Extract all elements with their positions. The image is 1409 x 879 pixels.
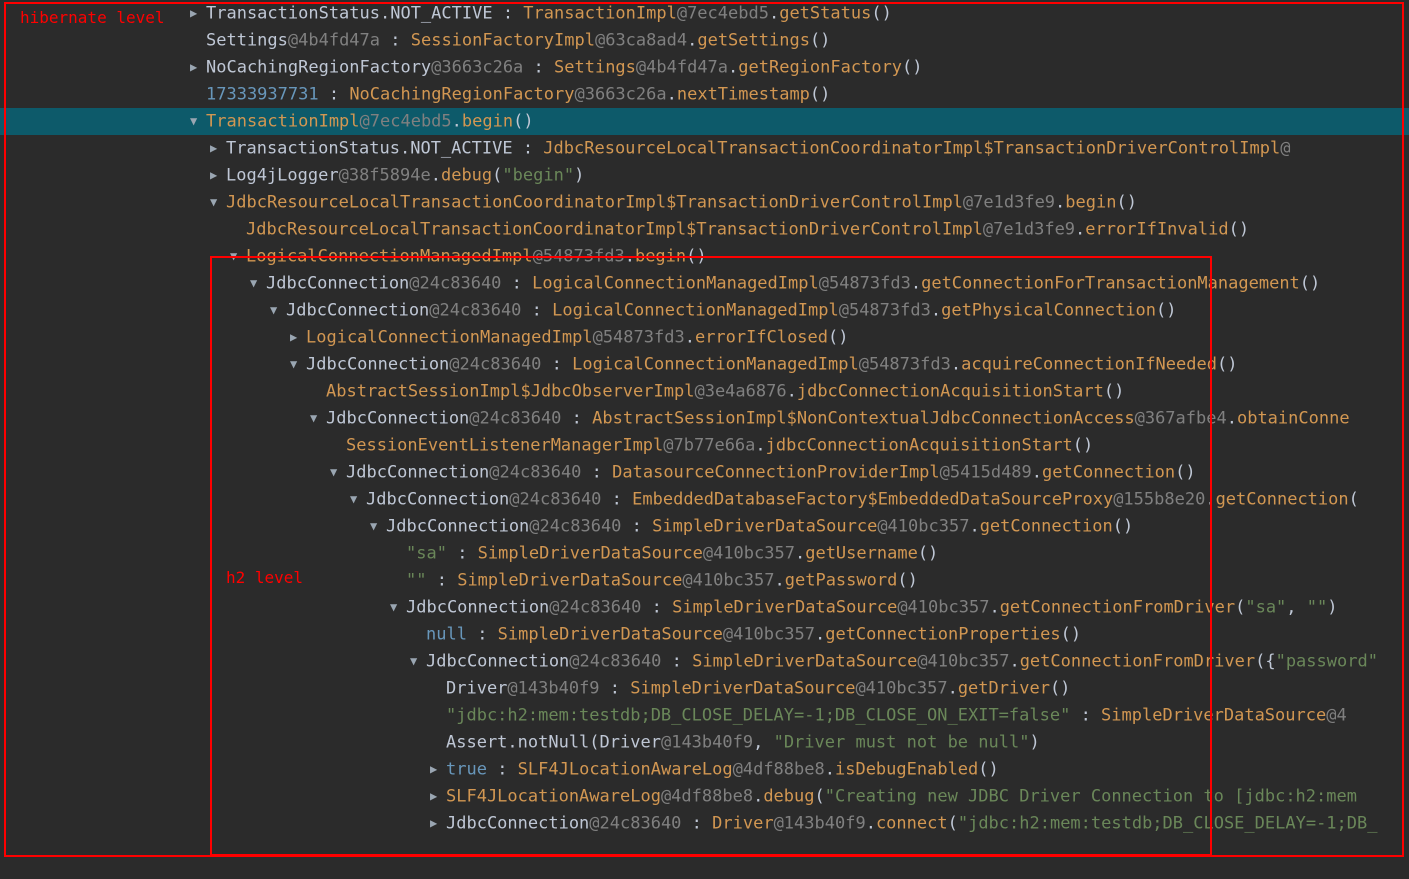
trace-row[interactable]: ▶AbstractSessionImpl$JdbcObserverImpl@3e… (0, 378, 1409, 405)
trace-row-text: JdbcConnection@24c83640 : DatasourceConn… (346, 463, 1196, 483)
chevron-down-icon[interactable]: ▼ (330, 459, 344, 486)
chevron-right-icon[interactable]: ▶ (210, 135, 224, 162)
trace-row[interactable]: ▼TransactionImpl@7ec4ebd5.begin() (0, 108, 1409, 135)
chevron-down-icon[interactable]: ▼ (190, 108, 204, 135)
trace-row-text: TransactionImpl@7ec4ebd5.begin() (206, 112, 534, 132)
trace-row-text: JdbcResourceLocalTransactionCoordinatorI… (226, 193, 1137, 213)
trace-row[interactable]: ▶TransactionStatus.NOT_ACTIVE : JdbcReso… (0, 135, 1409, 162)
trace-row-text: "" : SimpleDriverDataSource@410bc357.get… (406, 571, 918, 591)
trace-row-text: TransactionStatus.NOT_ACTIVE : JdbcResou… (226, 139, 1290, 159)
trace-row-text: LogicalConnectionManagedImpl@54873fd3.be… (246, 247, 707, 267)
trace-row-text: "jdbc:h2:mem:testdb;DB_CLOSE_DELAY=-1;DB… (446, 706, 1347, 726)
trace-row-text: JdbcResourceLocalTransactionCoordinatorI… (246, 220, 1249, 240)
trace-row-text: TransactionStatus.NOT_ACTIVE : Transacti… (206, 4, 892, 24)
trace-row[interactable]: ▼JdbcConnection@24c83640 : SimpleDriverD… (0, 648, 1409, 675)
trace-row-text: Driver@143b40f9 : SimpleDriverDataSource… (446, 679, 1070, 699)
trace-row-text: JdbcConnection@24c83640 : LogicalConnect… (286, 301, 1177, 321)
chevron-right-icon[interactable]: ▶ (430, 756, 444, 783)
chevron-right-icon[interactable]: ▶ (430, 783, 444, 810)
trace-row-text: Log4jLogger@38f5894e.debug("begin") (226, 166, 584, 186)
chevron-right-icon[interactable]: ▶ (190, 54, 204, 81)
trace-row[interactable]: ▶null : SimpleDriverDataSource@410bc357.… (0, 621, 1409, 648)
chevron-right-icon[interactable]: ▶ (290, 324, 304, 351)
trace-row-text: NoCachingRegionFactory@3663c26a : Settin… (206, 58, 923, 78)
trace-row[interactable]: ▼LogicalConnectionManagedImpl@54873fd3.b… (0, 243, 1409, 270)
chevron-down-icon[interactable]: ▼ (250, 270, 264, 297)
trace-row[interactable]: ▶JdbcResourceLocalTransactionCoordinator… (0, 216, 1409, 243)
trace-row[interactable]: ▶SLF4JLocationAwareLog@4df88be8.debug("C… (0, 783, 1409, 810)
trace-row[interactable]: ▼JdbcConnection@24c83640 : AbstractSessi… (0, 405, 1409, 432)
trace-row[interactable]: ▼JdbcConnection@24c83640 : EmbeddedDatab… (0, 486, 1409, 513)
trace-row-text: JdbcConnection@24c83640 : LogicalConnect… (306, 355, 1237, 375)
chevron-down-icon[interactable]: ▼ (390, 594, 404, 621)
trace-row-text: Assert.notNull(Driver@143b40f9, "Driver … (446, 733, 1040, 753)
trace-row[interactable]: ▼JdbcConnection@24c83640 : SimpleDriverD… (0, 513, 1409, 540)
chevron-down-icon[interactable]: ▼ (210, 189, 224, 216)
trace-row[interactable]: ▶Driver@143b40f9 : SimpleDriverDataSourc… (0, 675, 1409, 702)
trace-row[interactable]: ▶LogicalConnectionManagedImpl@54873fd3.e… (0, 324, 1409, 351)
trace-row[interactable]: ▶Assert.notNull(Driver@143b40f9, "Driver… (0, 729, 1409, 756)
chevron-down-icon[interactable]: ▼ (290, 351, 304, 378)
chevron-right-icon[interactable]: ▶ (210, 162, 224, 189)
trace-row-text: null : SimpleDriverDataSource@410bc357.g… (426, 625, 1081, 645)
trace-row[interactable]: ▶"" : SimpleDriverDataSource@410bc357.ge… (0, 567, 1409, 594)
trace-row[interactable]: ▶true : SLF4JLocationAwareLog@4df88be8.i… (0, 756, 1409, 783)
trace-row-text: SessionEventListenerManagerImpl@7b77e66a… (346, 436, 1093, 456)
trace-row-text: 17333937731 : NoCachingRegionFactory@366… (206, 85, 830, 105)
trace-row[interactable]: ▶Settings@4b4fd47a : SessionFactoryImpl@… (0, 27, 1409, 54)
trace-row[interactable]: ▶SessionEventListenerManagerImpl@7b77e66… (0, 432, 1409, 459)
trace-row[interactable]: ▶JdbcConnection@24c83640 : Driver@143b40… (0, 810, 1409, 837)
trace-row-text: JdbcConnection@24c83640 : SimpleDriverDa… (386, 517, 1133, 537)
trace-row[interactable]: ▼JdbcConnection@24c83640 : SimpleDriverD… (0, 594, 1409, 621)
trace-row[interactable]: ▶17333937731 : NoCachingRegionFactory@36… (0, 81, 1409, 108)
trace-row-text: JdbcConnection@24c83640 : LogicalConnect… (266, 274, 1320, 294)
trace-row[interactable]: ▼JdbcConnection@24c83640 : LogicalConnec… (0, 297, 1409, 324)
chevron-right-icon[interactable]: ▶ (190, 0, 204, 27)
chevron-down-icon[interactable]: ▼ (230, 243, 244, 270)
trace-row-text: true : SLF4JLocationAwareLog@4df88be8.is… (446, 760, 999, 780)
trace-row-text: AbstractSessionImpl$JdbcObserverImpl@3e4… (326, 382, 1124, 402)
trace-row[interactable]: ▼JdbcConnection@24c83640 : DatasourceCon… (0, 459, 1409, 486)
trace-row[interactable]: ▶Log4jLogger@38f5894e.debug("begin") (0, 162, 1409, 189)
trace-tree[interactable]: ▶TransactionStatus.NOT_ACTIVE : Transact… (0, 0, 1409, 837)
trace-row[interactable]: ▶"sa" : SimpleDriverDataSource@410bc357.… (0, 540, 1409, 567)
trace-row[interactable]: ▼JdbcResourceLocalTransactionCoordinator… (0, 189, 1409, 216)
trace-row-text: JdbcConnection@24c83640 : SimpleDriverDa… (426, 652, 1378, 672)
trace-row-text: Settings@4b4fd47a : SessionFactoryImpl@6… (206, 31, 830, 51)
trace-row[interactable]: ▶NoCachingRegionFactory@3663c26a : Setti… (0, 54, 1409, 81)
trace-row[interactable]: ▶TransactionStatus.NOT_ACTIVE : Transact… (0, 0, 1409, 27)
trace-row-text: JdbcConnection@24c83640 : Driver@143b40f… (446, 814, 1377, 834)
trace-row-text: LogicalConnectionManagedImpl@54873fd3.er… (306, 328, 849, 348)
trace-row[interactable]: ▼JdbcConnection@24c83640 : LogicalConnec… (0, 270, 1409, 297)
chevron-down-icon[interactable]: ▼ (310, 405, 324, 432)
trace-row[interactable]: ▼JdbcConnection@24c83640 : LogicalConnec… (0, 351, 1409, 378)
trace-row-text: JdbcConnection@24c83640 : EmbeddedDataba… (366, 490, 1359, 510)
chevron-down-icon[interactable]: ▼ (350, 486, 364, 513)
trace-row-text: JdbcConnection@24c83640 : AbstractSessio… (326, 409, 1350, 429)
chevron-down-icon[interactable]: ▼ (410, 648, 424, 675)
chevron-down-icon[interactable]: ▼ (370, 513, 384, 540)
trace-row-text: JdbcConnection@24c83640 : SimpleDriverDa… (406, 598, 1338, 618)
trace-row-text: SLF4JLocationAwareLog@4df88be8.debug("Cr… (446, 787, 1357, 807)
chevron-down-icon[interactable]: ▼ (270, 297, 284, 324)
chevron-right-icon[interactable]: ▶ (430, 810, 444, 837)
trace-row-text: "sa" : SimpleDriverDataSource@410bc357.g… (406, 544, 938, 564)
trace-row[interactable]: ▶"jdbc:h2:mem:testdb;DB_CLOSE_DELAY=-1;D… (0, 702, 1409, 729)
